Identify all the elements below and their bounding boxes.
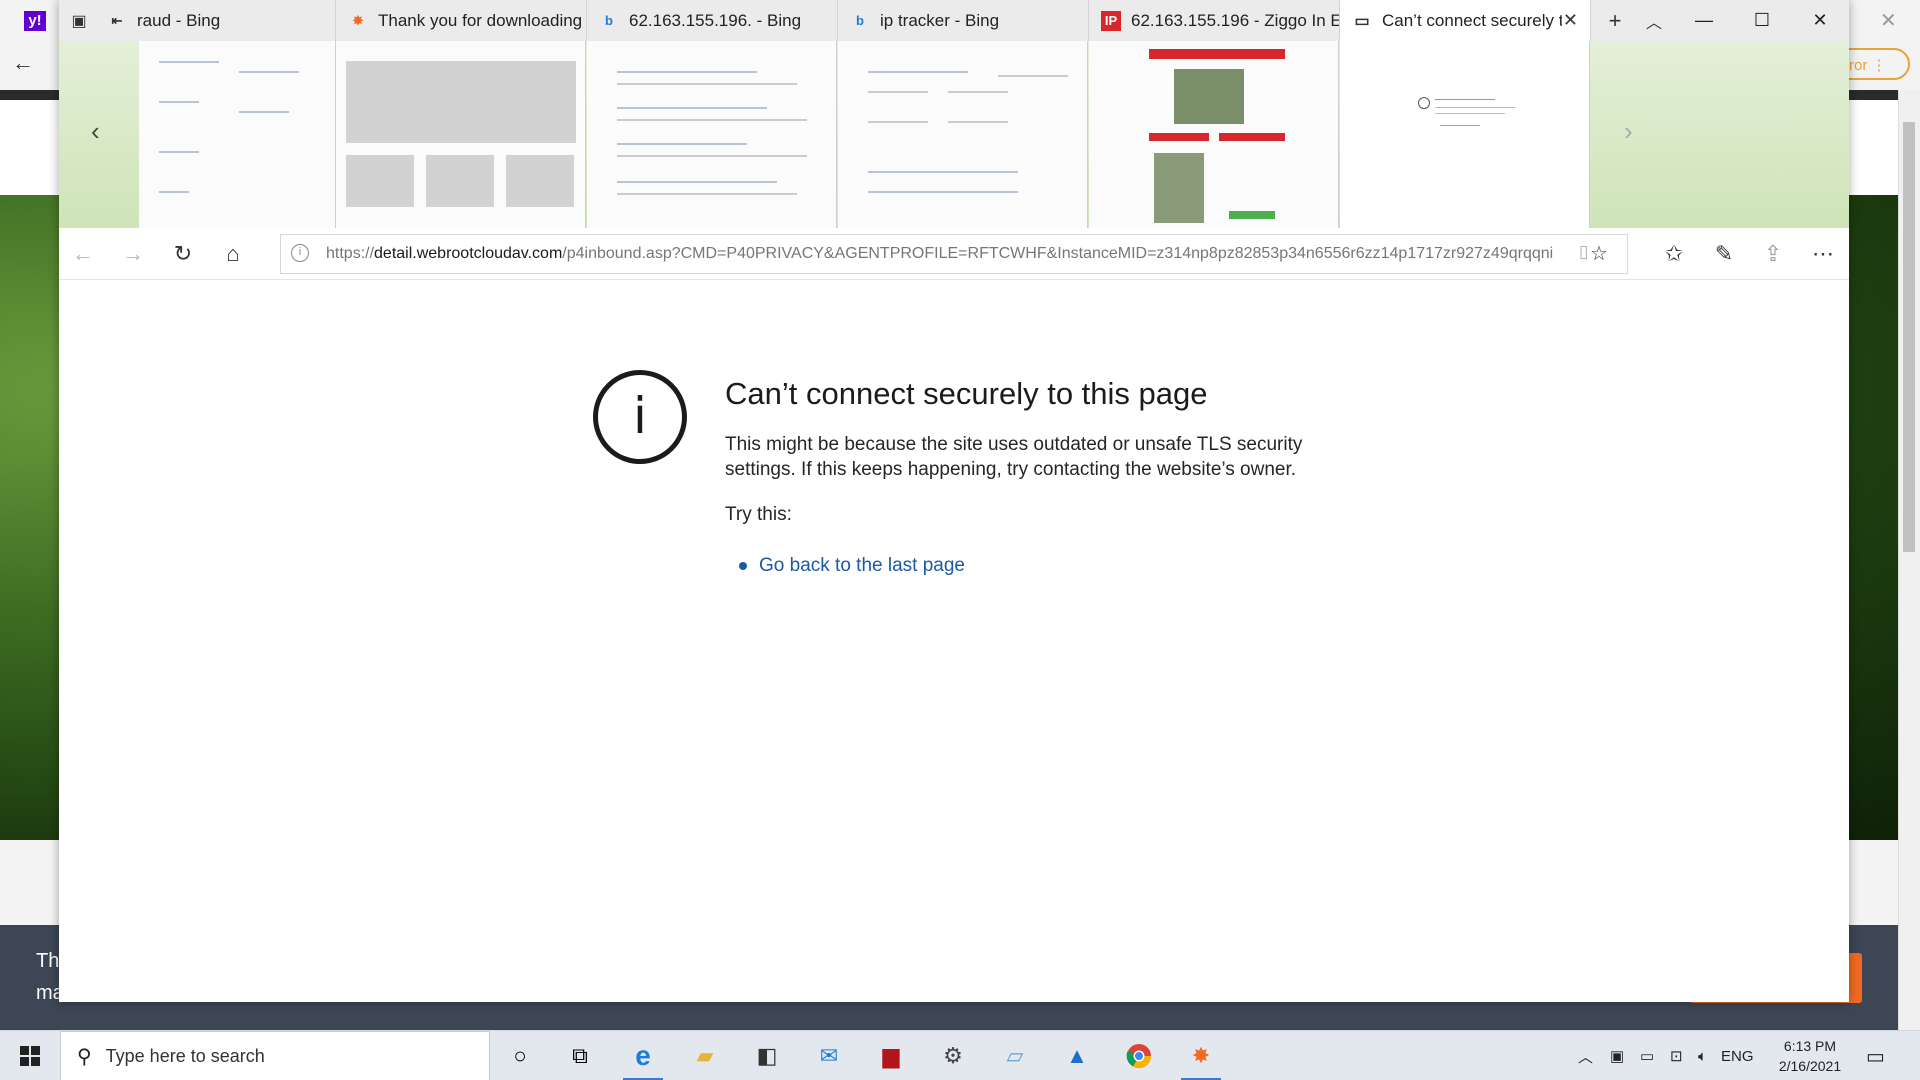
- new-tab-icon[interactable]: +: [1595, 0, 1635, 41]
- favorites-hub-icon[interactable]: ✩: [1656, 238, 1692, 270]
- clock-time: 6:13 PM: [1783, 1038, 1837, 1054]
- edge-window: ▣ ⇤ raud - Bing ✸ Thank you for download…: [59, 0, 1849, 1002]
- tab-title: Thank you for downloading: [378, 10, 583, 30]
- navigation-bar: ← → ↻ ⌂ i https://detail.webrootcloudav.…: [59, 228, 1849, 280]
- volume-icon[interactable]: 🔈︎: [1698, 1031, 1707, 1080]
- web-note-icon[interactable]: ✎: [1706, 238, 1742, 270]
- tab-bar: ▣ ⇤ raud - Bing ✸ Thank you for download…: [59, 0, 1849, 41]
- go-back-link[interactable]: Go back to the last page: [759, 555, 965, 576]
- site-info-icon[interactable]: i: [291, 244, 309, 262]
- tab-ip-bing[interactable]: b 62.163.155.196. - Bing: [587, 0, 838, 41]
- app-icon[interactable]: ▆: [865, 1036, 917, 1076]
- action-center-icon[interactable]: ▭: [1866, 1031, 1885, 1080]
- minimize-icon[interactable]: —: [1675, 0, 1733, 41]
- url-text[interactable]: https://detail.webrootcloudav.com/p4inbo…: [326, 245, 1581, 263]
- preview-ip-tracker[interactable]: [838, 41, 1088, 228]
- close-tab-icon[interactable]: ✕: [1563, 10, 1578, 31]
- avast-icon[interactable]: ✸: [1175, 1036, 1227, 1080]
- edge-icon[interactable]: e: [617, 1036, 669, 1080]
- show-hidden-icons[interactable]: ︿: [1578, 1031, 1593, 1080]
- tab-manager-icon[interactable]: ▣: [59, 0, 99, 41]
- favorite-star-icon[interactable]: ☆: [1590, 241, 1608, 266]
- preview-cant-connect[interactable]: [1340, 41, 1590, 228]
- cortana-icon[interactable]: ○: [494, 1036, 546, 1076]
- tab-fraud-bing[interactable]: ⇤ raud - Bing: [99, 0, 336, 41]
- tab-preview-strip: ‹ ›: [59, 41, 1849, 228]
- bullet: [739, 561, 747, 570]
- home-icon[interactable]: ⌂: [215, 238, 251, 270]
- tab-ziggo[interactable]: IP 62.163.155.196 - Ziggo In Ei: [1089, 0, 1340, 41]
- back-arrow-icon[interactable]: ←: [65, 238, 101, 270]
- share-icon[interactable]: ⇪: [1755, 238, 1791, 270]
- address-bar[interactable]: i https://detail.webrootcloudav.com/p4in…: [280, 234, 1628, 274]
- tab-title: Can’t connect securely t: [1382, 10, 1562, 30]
- yahoo-icon: y!: [24, 11, 46, 31]
- error-description: This might be because the site uses outd…: [725, 434, 1303, 480]
- photos-icon[interactable]: ▲: [1051, 1036, 1103, 1076]
- more-menu-icon[interactable]: ⋯: [1805, 238, 1841, 270]
- notes-icon[interactable]: ▱: [989, 1036, 1041, 1076]
- bing-icon: b: [856, 13, 864, 28]
- windows-start-icon[interactable]: [0, 1031, 60, 1080]
- preview-ip-bing[interactable]: [587, 41, 837, 228]
- try-this-label: Try this:: [725, 504, 792, 525]
- preview-scroll-right-icon[interactable]: ›: [1624, 116, 1633, 147]
- settings-gear-icon[interactable]: ⚙: [927, 1036, 979, 1076]
- battery-icon[interactable]: ▭: [1640, 1031, 1654, 1080]
- tab-title: raud - Bing: [137, 10, 221, 30]
- background-scrollbar[interactable]: [1898, 90, 1920, 1030]
- task-view-icon[interactable]: ⧉: [554, 1036, 606, 1076]
- search-icon: ⚲: [77, 1045, 92, 1068]
- maximize-icon[interactable]: ☐: [1733, 0, 1791, 41]
- reading-view-icon[interactable]: ▯: [1579, 242, 1588, 262]
- network-icon[interactable]: ⊡: [1670, 1031, 1683, 1080]
- bing-icon: b: [605, 13, 613, 28]
- tab-title: 62.163.155.196. - Bing: [629, 10, 802, 30]
- tab-thank-you[interactable]: ✸ Thank you for downloading: [336, 0, 587, 41]
- clock[interactable]: 6:13 PM 2/16/2021: [1755, 1036, 1865, 1076]
- preview-scroll-left-icon[interactable]: ‹: [91, 116, 100, 147]
- preview-thank-you[interactable]: [336, 41, 586, 228]
- clock-date: 2/16/2021: [1778, 1058, 1842, 1074]
- suggestion-item: Go back to the last page: [739, 555, 965, 577]
- search-placeholder: Type here to search: [105, 1045, 265, 1066]
- taskbar-search[interactable]: ⚲ Type here to search: [60, 1031, 490, 1080]
- mail-icon[interactable]: ✉: [803, 1036, 855, 1076]
- preview-fraud-bing[interactable]: [139, 41, 336, 228]
- device-icon[interactable]: ▣: [1610, 1031, 1624, 1080]
- avast-icon: ✸: [352, 12, 364, 28]
- tab-title: 62.163.155.196 - Ziggo In Ei: [1131, 10, 1340, 30]
- refresh-icon[interactable]: ↻: [165, 238, 201, 270]
- preview-ziggo[interactable]: [1089, 41, 1339, 228]
- tab-title: ip tracker - Bing: [880, 10, 1000, 30]
- tab-cant-connect[interactable]: ▭ Can’t connect securely t ✕: [1340, 0, 1591, 41]
- background-scrollbar-thumb[interactable]: [1903, 122, 1915, 552]
- set-aside-icon: ⇤: [111, 12, 123, 28]
- background-close-icon[interactable]: ✕: [1880, 8, 1897, 33]
- page-icon: ▭: [1354, 12, 1370, 30]
- store-icon[interactable]: ◧: [741, 1036, 793, 1076]
- file-explorer-icon[interactable]: ▰: [679, 1036, 731, 1076]
- error-title: Can’t connect securely to this page: [725, 376, 1208, 411]
- close-window-icon[interactable]: ✕: [1791, 0, 1849, 41]
- language-indicator[interactable]: ENG: [1721, 1031, 1754, 1080]
- error-page: i Can’t connect securely to this page Th…: [59, 280, 1849, 1002]
- forward-arrow-icon[interactable]: →: [115, 238, 151, 270]
- info-icon: i: [593, 370, 687, 464]
- hide-previews-icon[interactable]: ︿: [1634, 0, 1674, 41]
- background-back-icon[interactable]: ←: [12, 50, 34, 76]
- tab-ip-tracker[interactable]: b ip tracker - Bing: [838, 0, 1089, 41]
- chrome-icon[interactable]: [1113, 1036, 1165, 1076]
- taskbar: ⚲ Type here to search ○ ⧉ e ▰ ◧ ✉ ▆ ⚙ ▱ …: [0, 1030, 1920, 1080]
- ip-icon: IP: [1101, 10, 1121, 31]
